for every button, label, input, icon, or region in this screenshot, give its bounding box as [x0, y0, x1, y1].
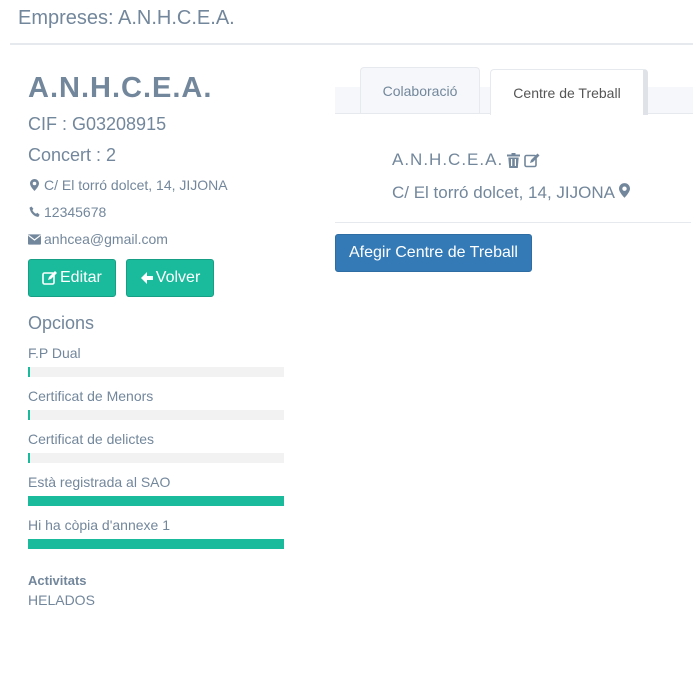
centre-divider	[335, 222, 691, 223]
option-label: F.P Dual	[28, 345, 81, 361]
page-title: Empreses: A.N.H.C.E.A.	[18, 7, 235, 29]
option-item: Hi ha còpia d'annexe 1	[28, 517, 288, 549]
trash-icon[interactable]	[507, 152, 521, 168]
option-label: Està registrada al SAO	[28, 474, 171, 490]
option-progress-bar	[28, 453, 284, 463]
company-panel: A.N.H.C.E.A. CIF : G03208915 Concert : 2…	[28, 70, 288, 608]
company-email: anhcea@gmail.com	[44, 231, 168, 247]
edit-button-label: Editar	[60, 269, 102, 286]
envelope-icon	[28, 233, 41, 245]
centre-card: A.N.H.C.E.A. C/ El torró dolcet, 14, JIJ…	[392, 150, 630, 203]
company-email-line: anhcea@gmail.com	[28, 231, 288, 247]
option-progress-fill	[28, 410, 30, 420]
centre-name-line: A.N.H.C.E.A.	[392, 150, 630, 170]
company-phone-line: 12345678	[28, 204, 288, 220]
back-button[interactable]: Volver	[125, 259, 215, 297]
option-label: Hi ha còpia d'annexe 1	[28, 517, 170, 533]
title-divider	[10, 43, 693, 45]
centre-address: C/ El torró dolcet, 14, JIJONA	[392, 183, 615, 202]
option-label: Certificat de delictes	[28, 431, 155, 447]
company-cif: CIF : G03208915	[28, 114, 167, 134]
option-progress-bar	[28, 539, 284, 549]
centre-address-line: C/ El torró dolcet, 14, JIJONA	[392, 183, 630, 203]
options-title: Opcions	[28, 313, 95, 333]
edit-icon[interactable]	[524, 153, 541, 168]
edit-icon	[42, 271, 58, 285]
option-progress-fill	[28, 367, 30, 377]
map-marker-icon	[28, 179, 41, 191]
phone-icon	[28, 206, 41, 218]
option-item: F.P Dual	[28, 345, 288, 377]
tab-centre-de-treball[interactable]: Centre de Treball	[490, 69, 648, 115]
add-centre-button[interactable]: Afegir Centre de Treball	[335, 234, 532, 272]
option-progress-bar	[28, 410, 284, 420]
option-progress-fill	[28, 496, 284, 506]
activities-title: Activitats	[28, 573, 87, 588]
option-item: Certificat de Menors	[28, 388, 288, 420]
map-marker-icon	[618, 183, 630, 203]
option-label: Certificat de Menors	[28, 388, 154, 404]
option-progress-bar	[28, 367, 284, 377]
option-progress-bar	[28, 496, 284, 506]
company-concert: Concert : 2	[28, 145, 117, 165]
tab-colaboracio[interactable]: Colaboració	[360, 67, 480, 113]
activities-value: HELADOS	[28, 592, 95, 608]
option-item: Certificat de delictes	[28, 431, 288, 463]
company-address-line: C/ El torró dolcet, 14, JIJONA	[28, 177, 288, 193]
company-phone: 12345678	[44, 204, 107, 220]
options-list: F.P Dual Certificat de Menors Certificat…	[28, 345, 288, 549]
action-buttons: Editar Volver	[28, 259, 288, 297]
centre-name: A.N.H.C.E.A.	[392, 150, 504, 169]
back-button-label: Volver	[155, 269, 201, 286]
option-item: Està registrada al SAO	[28, 474, 288, 506]
option-progress-fill	[28, 453, 30, 463]
company-name: A.N.H.C.E.A.	[28, 72, 213, 104]
arrow-left-icon	[140, 271, 154, 285]
option-progress-fill	[28, 539, 284, 549]
company-address: C/ El torró dolcet, 14, JIJONA	[44, 177, 228, 193]
edit-button[interactable]: Editar	[28, 259, 116, 297]
